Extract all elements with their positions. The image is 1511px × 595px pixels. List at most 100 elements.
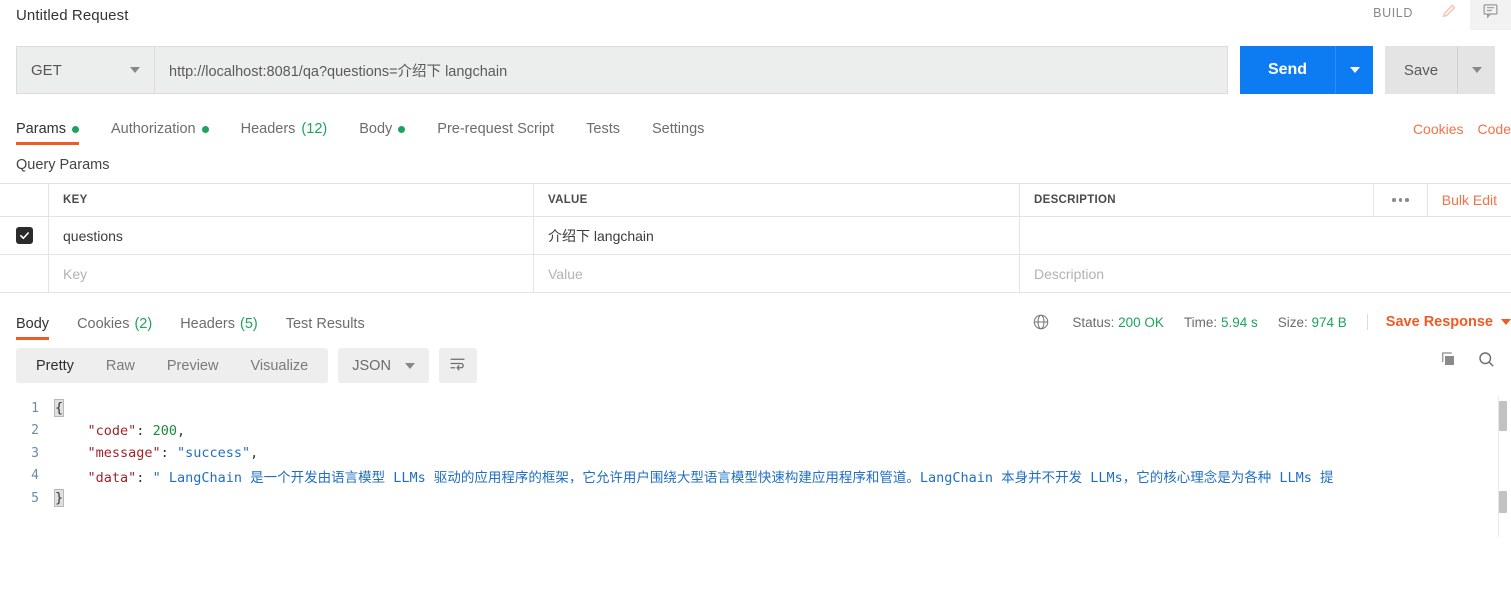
scrollbar-thumb-bottom (1499, 491, 1507, 513)
tab-headers[interactable]: Headers (12) (241, 121, 328, 145)
save-button[interactable]: Save (1385, 46, 1457, 94)
tab-label: Cookies (77, 316, 130, 332)
tab-label: Test Results (285, 316, 365, 332)
line-number: 1 (31, 400, 39, 416)
chevron-down-icon (130, 67, 140, 73)
size-group: Size: 974 B (1278, 315, 1347, 330)
code-link[interactable]: Code (1478, 121, 1511, 137)
cookies-link[interactable]: Cookies (1413, 121, 1464, 137)
segment-visualize[interactable]: Visualize (234, 358, 324, 374)
code-content: "code": 200, (87, 422, 186, 439)
tab-response-cookies[interactable]: Cookies (2) (77, 316, 152, 340)
send-group: Send (1240, 46, 1373, 94)
search-icon[interactable] (1477, 350, 1495, 373)
row-checkbox[interactable] (15, 227, 33, 244)
time-label: Time: (1183, 314, 1218, 330)
code-content: "message": "success", (87, 445, 259, 462)
ellipsis-icon (1392, 198, 1396, 202)
segment-pretty[interactable]: Pretty (20, 358, 90, 374)
tab-count: (12) (301, 121, 328, 137)
response-view-actions (1439, 350, 1495, 373)
param-key-placeholder[interactable]: Key (63, 266, 87, 282)
tab-label: Headers (180, 316, 235, 332)
postman-app: Untitled Request BUILD GET http://localh… (0, 0, 1511, 595)
response-scrollbar[interactable] (1498, 397, 1507, 537)
code-line: 2 "code": 200, (0, 420, 1511, 443)
param-value-placeholder[interactable]: Value (548, 266, 583, 282)
response-view-toolbar: Pretty Raw Preview Visualize JSON (0, 340, 1511, 383)
send-options-button[interactable] (1335, 46, 1373, 94)
more-options-button[interactable] (1372, 184, 1427, 216)
response-view-segments: Pretty Raw Preview Visualize (16, 348, 329, 383)
response-body-code[interactable]: 1{2 "code": 200, 3 "message": "success", 4… (0, 397, 1511, 537)
line-number: 2 (31, 423, 39, 439)
param-value[interactable]: 介绍下 langchain (548, 226, 654, 246)
send-button[interactable]: Send (1240, 46, 1335, 94)
edit-request-button[interactable] (1429, 0, 1470, 30)
tab-response-body[interactable]: Body (16, 316, 50, 340)
row-checkbox-cell (0, 255, 49, 292)
table-row-empty[interactable]: Key Value Description (0, 255, 1511, 293)
code-content: "data": " LangChain 是一个开发由语言模型 LLMs 驱动的应… (87, 469, 1334, 486)
row-checkbox-cell (0, 217, 49, 254)
http-method-select[interactable]: GET (16, 46, 154, 94)
tab-settings[interactable]: Settings (652, 121, 704, 145)
tab-pre-request-script[interactable]: Pre-request Script (437, 121, 554, 145)
code-content: { (53, 399, 65, 418)
query-params-label: Query Params (16, 157, 110, 173)
copy-icon[interactable] (1439, 350, 1457, 373)
response-status-bar: Status: 200 OK Time: 5.94 s Size: 974 B … (1032, 313, 1511, 331)
comment-icon (1482, 2, 1499, 24)
build-label: BUILD (1373, 6, 1413, 20)
code-line: 3 "message": "success", (0, 442, 1511, 465)
header-cell-checkbox (0, 184, 49, 216)
save-response-button[interactable]: Save Response (1366, 314, 1511, 330)
column-header-description: DESCRIPTION (1034, 194, 1116, 206)
param-key[interactable]: questions (63, 228, 123, 244)
chevron-down-icon (404, 362, 415, 369)
url-input[interactable]: http://localhost:8081/qa?questions=介绍下 l… (154, 46, 1228, 94)
tab-count: (2) (134, 316, 153, 332)
tab-label: Body (16, 316, 50, 332)
tab-tests[interactable]: Tests (586, 121, 620, 145)
size-label: Size: (1277, 314, 1308, 330)
table-header-row: KEY VALUE DESCRIPTION Bulk Edit (0, 184, 1511, 217)
response-language-select[interactable]: JSON (338, 348, 429, 383)
segment-raw[interactable]: Raw (90, 358, 151, 374)
tab-authorization[interactable]: Authorization (111, 121, 209, 145)
tab-label: Headers (240, 121, 296, 137)
line-number: 3 (31, 445, 39, 461)
time-value: 5.94 s (1220, 314, 1258, 330)
time-group: Time: 5.94 s (1184, 315, 1258, 330)
comments-button[interactable] (1470, 0, 1511, 30)
request-tabs: Params Authorization Headers (12) Body P… (0, 111, 1511, 145)
tab-response-headers[interactable]: Headers (5) (180, 316, 258, 340)
tab-test-results[interactable]: Test Results (286, 316, 365, 340)
word-wrap-button[interactable] (438, 348, 477, 383)
column-header-value: VALUE (548, 194, 588, 206)
chevron-down-icon (1349, 67, 1360, 73)
save-options-button[interactable] (1457, 46, 1495, 94)
tab-label: Settings (651, 121, 705, 137)
tab-params[interactable]: Params (16, 121, 79, 145)
status-label: Status: (1072, 314, 1115, 330)
code-line: 4 "data": " LangChain 是一个开发由语言模型 LLMs 驱动… (0, 465, 1511, 488)
segment-preview[interactable]: Preview (151, 358, 235, 374)
size-value: 974 B (1311, 314, 1347, 330)
request-header: Untitled Request BUILD (0, 0, 1511, 30)
page-title: Untitled Request (16, 6, 129, 24)
status-group: Status: 200 OK (1072, 315, 1164, 330)
chevron-down-icon (1471, 67, 1482, 73)
table-row[interactable]: questions 介绍下 langchain (0, 217, 1511, 255)
globe-icon[interactable] (1032, 313, 1050, 331)
tab-body[interactable]: Body (359, 121, 406, 145)
tab-count: (5) (240, 316, 258, 332)
code-lines: 1{2 "code": 200, 3 "message": "success", 4… (0, 397, 1511, 510)
param-description-placeholder[interactable]: Description (1034, 266, 1104, 282)
bulk-edit-button[interactable]: Bulk Edit (1426, 184, 1511, 216)
tab-label: Body (359, 121, 393, 137)
modified-dot-icon (201, 125, 209, 133)
ellipsis-icon (1398, 198, 1402, 202)
modified-dot-icon (398, 125, 406, 133)
code-line: 1{ (0, 397, 1511, 420)
